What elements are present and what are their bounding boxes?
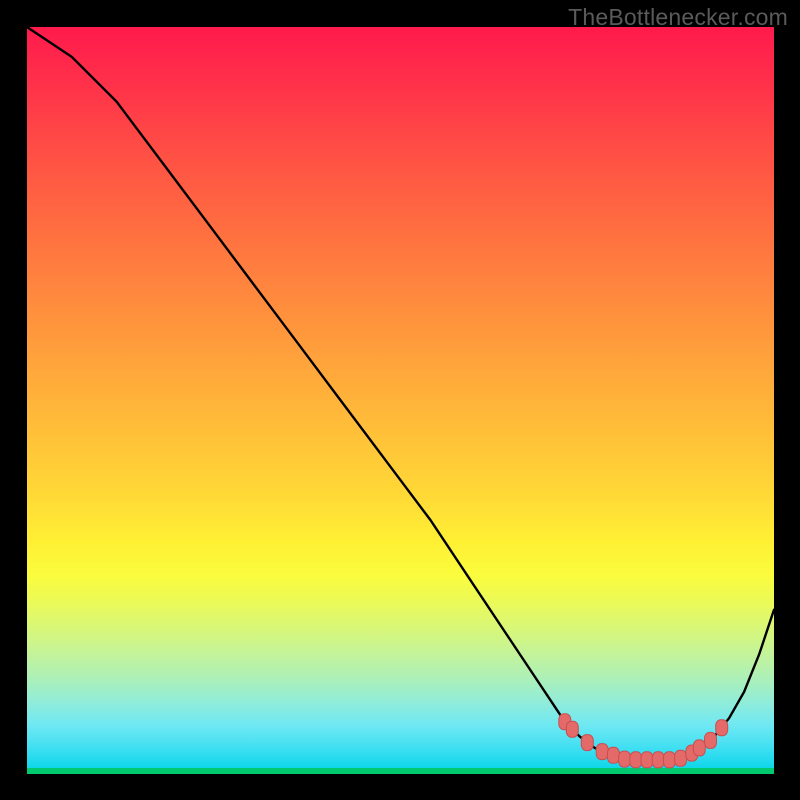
- optimal-marker: [641, 752, 653, 768]
- watermark-label: TheBottlenecker.com: [568, 4, 788, 31]
- optimal-marker: [652, 752, 664, 768]
- optimal-marker: [596, 744, 608, 760]
- chart-frame: TheBottlenecker.com: [0, 0, 800, 800]
- optimal-marker: [581, 735, 593, 751]
- optimal-marker: [619, 751, 631, 767]
- optimal-marker: [705, 732, 717, 748]
- optimal-marker: [607, 747, 619, 763]
- optimal-marker: [716, 720, 728, 736]
- optimal-marker: [663, 752, 675, 768]
- plot-area: [27, 27, 774, 774]
- optimal-marker: [566, 721, 578, 737]
- optimal-marker: [693, 740, 705, 756]
- optimal-range-markers: [27, 27, 774, 774]
- optimal-marker: [630, 752, 642, 768]
- optimal-marker: [675, 750, 687, 766]
